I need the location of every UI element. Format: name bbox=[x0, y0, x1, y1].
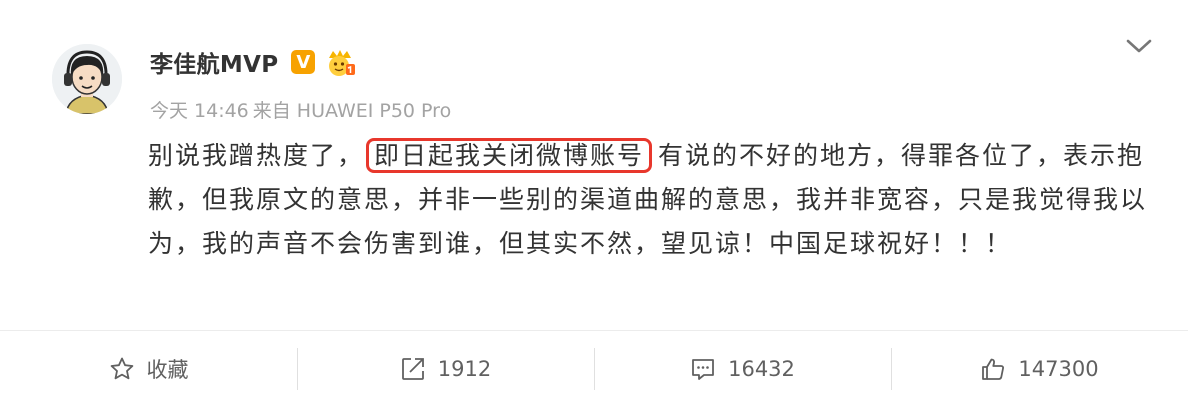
avatar[interactable] bbox=[52, 44, 122, 114]
comment-icon bbox=[692, 359, 714, 380]
post-content: 别说我蹭热度了， 即日起我关闭微博账号 有说的不好的地方，得罪各位了，表示抱歉，但我… bbox=[148, 134, 1148, 266]
highlighted-text: 即日起我关闭微博账号 bbox=[366, 138, 653, 173]
star-icon bbox=[110, 357, 133, 380]
like-button[interactable]: 147300 bbox=[891, 340, 1188, 398]
username[interactable]: 李佳航MVP bbox=[150, 45, 278, 79]
divider bbox=[0, 330, 1188, 331]
time-prefix: 今天 bbox=[150, 100, 189, 122]
source-prefix: 来自 bbox=[252, 100, 291, 122]
post-source[interactable]: HUAWEI P50 Pro bbox=[297, 100, 451, 122]
avatar-image bbox=[52, 44, 122, 114]
comment-count: 16432 bbox=[728, 357, 795, 381]
chevron-down-icon[interactable] bbox=[1124, 31, 1154, 61]
comment-button[interactable]: 16432 bbox=[594, 340, 891, 398]
share-icon bbox=[401, 358, 424, 380]
favorite-button[interactable]: 收藏 bbox=[0, 340, 297, 398]
action-toolbar: 收藏 1912 16432 147300 bbox=[0, 340, 1188, 398]
verified-badge-icon[interactable]: V bbox=[291, 50, 316, 74]
like-count: 147300 bbox=[1018, 357, 1099, 381]
post-header: 李佳航MVP V bbox=[150, 44, 356, 80]
repost-count: 1912 bbox=[437, 357, 492, 381]
content-text-before: 别说我蹭热度了， bbox=[148, 141, 365, 170]
post-meta: 今天 14:46 来自 HUAWEI P50 Pro bbox=[150, 96, 451, 123]
thumbs-up-icon bbox=[982, 358, 1005, 380]
post-time[interactable]: 14:46 bbox=[194, 100, 249, 122]
crown-badge-icon[interactable] bbox=[324, 47, 356, 77]
repost-button[interactable]: 1912 bbox=[297, 340, 594, 398]
favorite-label: 收藏 bbox=[146, 358, 189, 382]
